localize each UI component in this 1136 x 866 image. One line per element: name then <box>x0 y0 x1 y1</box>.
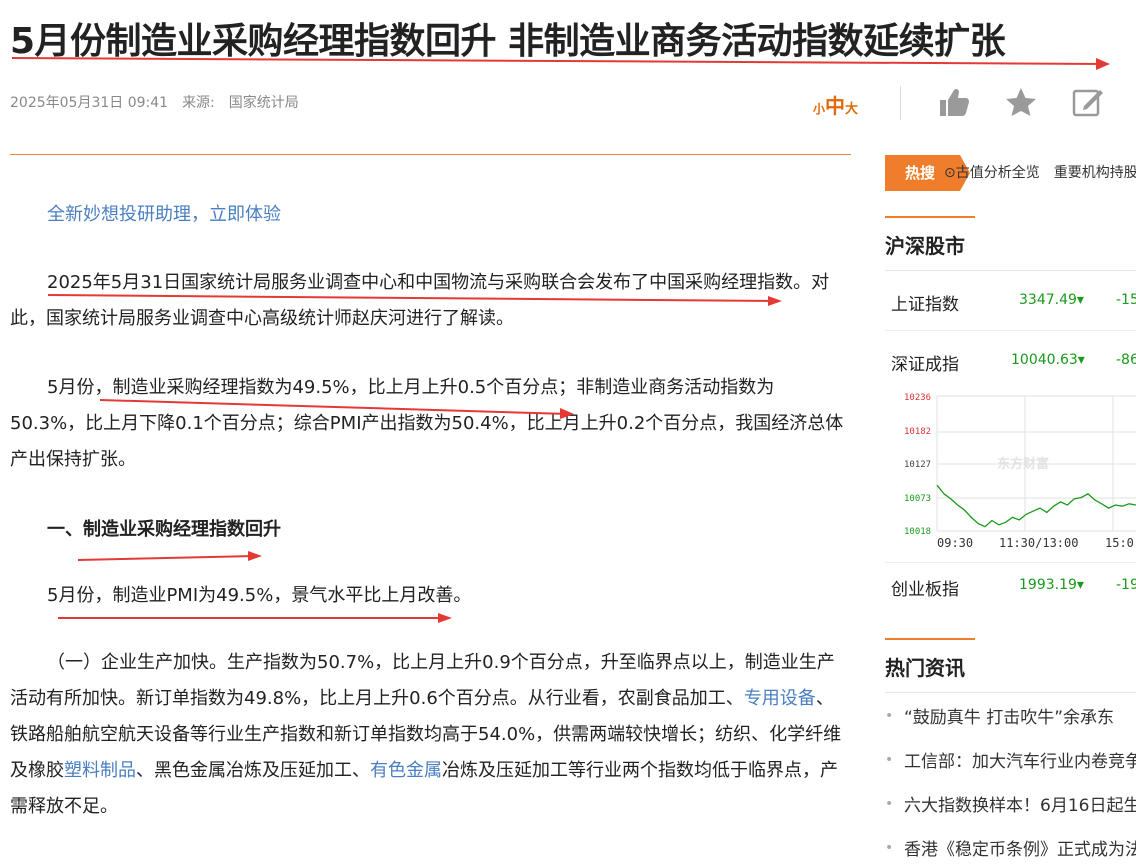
paragraph-3-text: 5月份，制造业PMI为49.5%，景气水平比上月改善。 <box>47 585 472 606</box>
link-special-equipment[interactable]: 专用设备 <box>744 688 816 709</box>
article-meta: 2025年05月31日 09:41 来源: 国家统计局 <box>10 92 313 112</box>
link-plastic-products[interactable]: 塑料制品 <box>64 760 136 781</box>
y-tick-label: 10073 <box>904 494 931 504</box>
index-value-sh: 3347.49▾ <box>1019 292 1084 308</box>
thumbs-up-icon[interactable] <box>936 86 972 118</box>
paragraph-3: 5月份，制造业PMI为49.5%，景气水平比上月改善。 <box>10 578 848 614</box>
red-underline-arrow <box>11 57 1110 70</box>
bullet-icon: • <box>885 708 894 724</box>
header-divider <box>10 154 851 155</box>
promo-link[interactable]: 全新妙想投研助理，立即体验 <box>47 204 281 225</box>
link-nonferrous-metals[interactable]: 有色金属 <box>370 760 442 781</box>
y-tick-label: 10182 <box>904 427 931 437</box>
row-divider <box>885 562 1136 563</box>
news-item[interactable]: 工信部：加大汽车行业内卷竞争 <box>904 747 1136 772</box>
paragraph-4-text-c: 、黑色金属冶炼及压延加工、 <box>136 760 370 781</box>
index-value-sz: 10040.63▾ <box>1011 352 1085 368</box>
news-item[interactable]: 六大指数换样本！6月16日起生 <box>904 791 1136 816</box>
paragraph-2-text: 5月份，制造业采购经理指数为49.5%，比上月上升0.5个百分点；非制造业商务活… <box>10 377 844 470</box>
index-change-sz: -86 <box>1116 352 1136 368</box>
section-heading-1-text: 一、制造业采购经理指数回升 <box>47 519 281 540</box>
red-underline-arrow <box>58 613 452 623</box>
font-size-switcher: 小中大 <box>813 90 858 119</box>
divider <box>900 86 901 120</box>
section-heading-1: 一、制造业采购经理指数回升 <box>10 512 848 548</box>
section-rule <box>885 692 1136 693</box>
x-tick-label: 11:30/13:00 <box>999 536 1078 550</box>
price-line <box>936 484 1136 528</box>
edit-icon[interactable] <box>1070 86 1106 118</box>
watermark: 东方财富 <box>997 456 1049 472</box>
market-title: 沪深股市 <box>885 234 965 258</box>
font-medium-button[interactable]: 中 <box>825 94 845 118</box>
news-item[interactable]: “鼓励真牛 打击吹牛”余承东 <box>904 703 1114 728</box>
red-underline-arrow <box>48 294 782 306</box>
paragraph-2: 5月份，制造业采购经理指数为49.5%，比上月上升0.5个百分点；非制造业商务活… <box>10 370 848 478</box>
bullet-icon: • <box>885 752 894 768</box>
row-divider <box>885 330 1136 331</box>
star-icon[interactable] <box>1003 86 1039 118</box>
red-underline-arrow <box>100 399 574 419</box>
index-change-cy: -19 <box>1116 577 1136 593</box>
font-small-button[interactable]: 小 <box>813 102 825 116</box>
x-tick-label: 15:0 <box>1105 536 1134 550</box>
promo-paragraph: 全新妙想投研助理，立即体验 <box>10 197 848 233</box>
section-accent <box>885 216 975 218</box>
bullet-icon: • <box>885 840 894 856</box>
y-tick-label: 10127 <box>904 460 931 470</box>
index-name-sh[interactable]: 上证指数 <box>891 290 959 315</box>
section-rule <box>885 270 1136 271</box>
index-change-sh: -15 <box>1116 292 1136 308</box>
y-tick-label: 10018 <box>904 527 931 537</box>
paragraph-4: （一）企业生产加快。生产指数为50.7%，比上月上升0.9个百分点，升至临界点以… <box>10 645 848 825</box>
index-name-cy[interactable]: 创业板指 <box>891 575 959 600</box>
index-value-cy: 1993.19▾ <box>1019 577 1084 593</box>
index-name-sz[interactable]: 深证成指 <box>891 350 959 375</box>
intraday-chart[interactable]: 10236 10182 10127 10073 10018 东方财富 09:30… <box>885 388 1136 558</box>
article-date: 2025年05月31日 09:41 <box>10 95 169 111</box>
x-tick-label: 09:30 <box>937 536 973 550</box>
hot-search-ticker[interactable]: ⊙古值分析全览 重要机构持股 <box>944 162 1136 182</box>
news-item[interactable]: 香港《稳定币条例》正式成为法 <box>904 835 1136 860</box>
y-tick-label: 10236 <box>904 393 931 403</box>
chart-series <box>936 484 1136 528</box>
news-title: 热门资讯 <box>885 656 965 680</box>
bullet-icon: • <box>885 796 894 812</box>
font-large-button[interactable]: 大 <box>845 102 858 117</box>
red-underline-arrow <box>78 551 262 561</box>
source-link[interactable]: 国家统计局 <box>229 95 299 111</box>
source-label: 来源: <box>182 95 215 111</box>
section-accent <box>885 638 975 640</box>
paragraph-4-text-a: （一）企业生产加快。生产指数为50.7%，比上月上升0.9个百分点，升至临界点以… <box>10 652 835 709</box>
